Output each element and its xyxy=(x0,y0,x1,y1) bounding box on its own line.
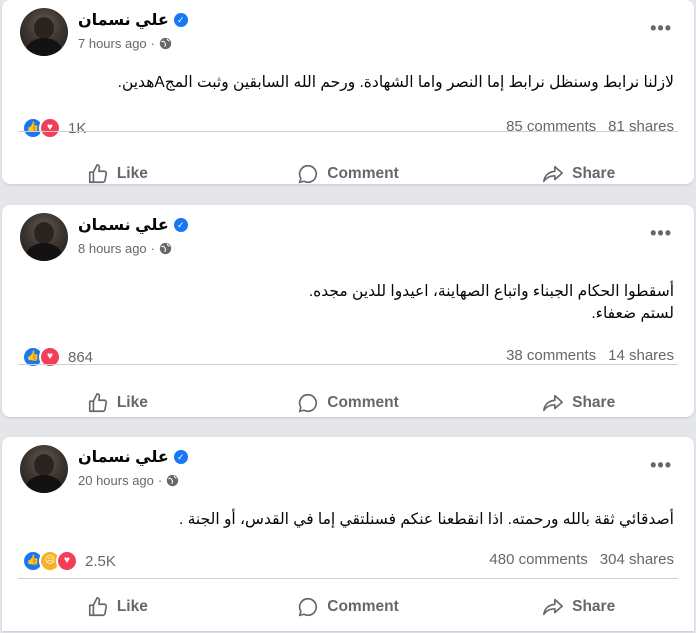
share-icon xyxy=(543,165,564,183)
post-time[interactable]: 20 hours ago xyxy=(78,473,154,488)
avatar[interactable] xyxy=(20,445,68,493)
post-meta: 20 hours ago · xyxy=(78,473,179,488)
action-bar: Like Comment Share xyxy=(2,148,694,200)
shares-count[interactable]: 14 shares xyxy=(608,347,674,364)
globe-icon xyxy=(159,37,172,50)
love-reaction-icon: ♥ xyxy=(39,117,61,139)
author-line: علي نسمان ✓ xyxy=(78,447,188,467)
comment-label: Comment xyxy=(327,165,399,182)
more-options-icon[interactable]: ••• xyxy=(650,223,672,244)
love-reaction-icon: ♥ xyxy=(56,550,78,572)
thumbs-up-icon xyxy=(88,393,107,413)
avatar[interactable] xyxy=(20,213,68,261)
post-header: علي نسمان ✓ 7 hours ago · ••• xyxy=(2,0,694,56)
comments-count[interactable]: 85 comments xyxy=(506,118,596,135)
like-button[interactable]: Like xyxy=(2,581,233,633)
author-line: علي نسمان ✓ xyxy=(78,215,188,235)
post-card: علي نسمان ✓ 7 hours ago · ••• لازلنا نرا… xyxy=(2,0,694,184)
post-stats: 👍 ♥ 1K 85 comments 81 shares xyxy=(2,106,694,146)
share-label: Share xyxy=(572,598,616,615)
verified-badge-icon: ✓ xyxy=(173,13,188,27)
like-button[interactable]: Like xyxy=(2,148,233,200)
divider xyxy=(18,131,678,132)
post-card: علي نسمان ✓ 8 hours ago · ••• أسقطوا الح… xyxy=(2,205,694,417)
like-label: Like xyxy=(116,598,148,615)
action-bar: Like Comment Share xyxy=(2,377,694,429)
comment-button[interactable]: Comment xyxy=(233,148,464,200)
comment-icon xyxy=(298,164,318,184)
shares-count[interactable]: 81 shares xyxy=(608,118,674,135)
post-meta: 7 hours ago · xyxy=(78,36,172,51)
comment-label: Comment xyxy=(327,598,399,615)
more-options-icon[interactable]: ••• xyxy=(650,455,672,476)
action-bar: Like Comment Share xyxy=(2,581,694,633)
like-label: Like xyxy=(116,165,148,182)
globe-icon xyxy=(159,242,172,255)
divider xyxy=(18,578,678,579)
reaction-count: 864 xyxy=(68,348,94,366)
comment-icon xyxy=(298,597,318,617)
share-button[interactable]: Share xyxy=(463,148,694,200)
share-icon xyxy=(543,598,564,616)
reaction-summary[interactable]: 👍 ♥ 1K xyxy=(22,117,86,139)
verified-badge-icon: ✓ xyxy=(173,218,188,232)
post-card: علي نسمان ✓ 20 hours ago · ••• أصدقائي ث… xyxy=(2,437,694,631)
comment-button[interactable]: Comment xyxy=(233,581,464,633)
like-label: Like xyxy=(116,394,148,411)
comments-count[interactable]: 480 comments xyxy=(489,551,587,568)
reaction-count: 2.5K xyxy=(85,552,116,570)
author-name[interactable]: علي نسمان xyxy=(78,447,169,467)
post-text: أصدقائي ثقة بالله ورحمته. اذا انقطعنا عن… xyxy=(179,511,674,528)
thumbs-up-icon xyxy=(88,164,107,184)
verified-badge-icon: ✓ xyxy=(173,450,188,464)
share-button[interactable]: Share xyxy=(463,581,694,633)
shares-count[interactable]: 304 shares xyxy=(600,551,674,568)
post-stats: 👍 ☹ ♥ 2.5K 480 comments 304 shares xyxy=(2,539,694,579)
share-label: Share xyxy=(572,165,616,182)
avatar[interactable] xyxy=(20,8,68,56)
share-icon xyxy=(543,394,564,412)
engagement-counts: 85 comments 81 shares xyxy=(506,118,674,135)
post-header: علي نسمان ✓ 20 hours ago · ••• xyxy=(2,437,694,493)
author-name[interactable]: علي نسمان xyxy=(78,215,169,235)
post-meta: 8 hours ago · xyxy=(78,241,172,256)
like-button[interactable]: Like xyxy=(2,377,233,429)
share-button[interactable]: Share xyxy=(463,377,694,429)
post-stats: 👍 ♥ 864 38 comments 14 shares xyxy=(2,335,694,375)
more-options-icon[interactable]: ••• xyxy=(650,18,672,39)
author-name[interactable]: علي نسمان xyxy=(78,10,169,30)
post-time[interactable]: 8 hours ago xyxy=(78,241,147,256)
comment-button[interactable]: Comment xyxy=(233,377,464,429)
share-label: Share xyxy=(572,394,616,411)
globe-icon xyxy=(167,474,179,487)
reaction-count: 1K xyxy=(68,119,87,137)
comment-icon xyxy=(298,393,318,413)
engagement-counts: 480 comments 304 shares xyxy=(489,551,674,568)
engagement-counts: 38 comments 14 shares xyxy=(506,347,674,364)
comments-count[interactable]: 38 comments xyxy=(506,347,596,364)
reaction-summary[interactable]: 👍 ☹ ♥ 2.5K xyxy=(22,550,116,572)
comment-label: Comment xyxy=(327,394,399,411)
post-text: لازلنا نرابط وسنظل نرابط إما النصر واما … xyxy=(117,74,674,91)
author-line: علي نسمان ✓ xyxy=(78,10,188,30)
divider xyxy=(18,364,678,365)
post-header: علي نسمان ✓ 8 hours ago · ••• xyxy=(2,205,694,261)
post-text: أسقطوا الحكام الجبناء واتباع الصهاينة، ا… xyxy=(308,283,674,322)
thumbs-up-icon xyxy=(88,597,107,617)
post-time[interactable]: 7 hours ago xyxy=(78,36,147,51)
